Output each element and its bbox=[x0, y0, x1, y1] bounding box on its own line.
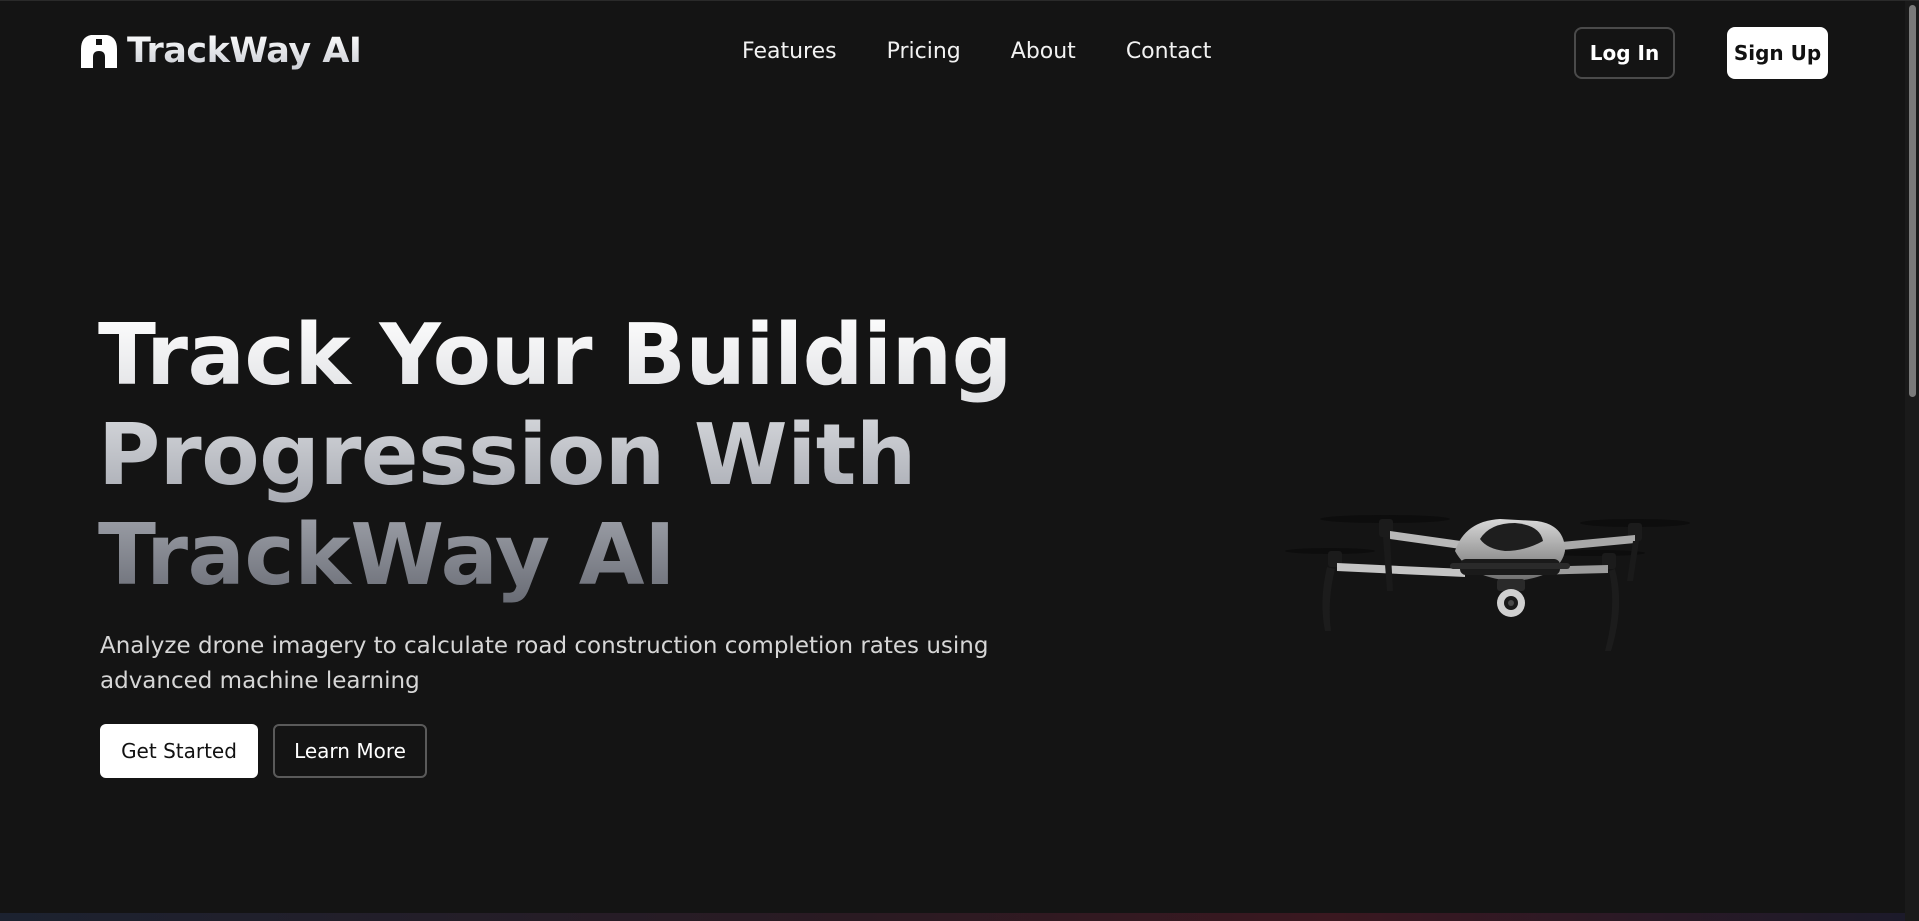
scrollbar-thumb[interactable] bbox=[1909, 5, 1916, 397]
hero-subtitle-line-2: advanced machine learning bbox=[100, 668, 420, 694]
nav-link-contact[interactable]: Contact bbox=[1126, 39, 1212, 64]
signup-button[interactable]: Sign Up bbox=[1727, 27, 1828, 79]
login-button[interactable]: Log In bbox=[1574, 27, 1675, 79]
get-started-button[interactable]: Get Started bbox=[100, 724, 258, 778]
hero-title-line-1: Track Your Building bbox=[98, 306, 1013, 405]
brand-logo[interactable]: TrackWay AI bbox=[79, 31, 362, 71]
hero-title-line-2: Progression With bbox=[98, 406, 1012, 506]
scrollbar[interactable] bbox=[1905, 1, 1919, 921]
hero-subtitle-line-1: Analyze drone imagery to calculate road … bbox=[100, 633, 989, 659]
nav-link-pricing[interactable]: Pricing bbox=[887, 39, 961, 64]
hero-title-line-3: TrackWay AI bbox=[98, 506, 1012, 606]
arch-logo-icon bbox=[81, 35, 117, 68]
learn-more-button[interactable]: Learn More bbox=[273, 724, 427, 778]
brand-name: TrackWay AI bbox=[127, 31, 362, 71]
nav-link-features[interactable]: Features bbox=[742, 39, 837, 64]
main-nav: Features Pricing About Contact bbox=[742, 39, 1211, 64]
drone-image bbox=[1285, 515, 1690, 651]
nav-link-about[interactable]: About bbox=[1011, 39, 1076, 64]
next-section-edge bbox=[0, 913, 1905, 921]
landing-page: TrackWay AI Features Pricing About Conta… bbox=[0, 0, 1919, 921]
hero-subtitle: Analyze drone imagery to calculate road … bbox=[100, 629, 1000, 699]
hero-title: Track Your Building Progression With Tra… bbox=[98, 306, 1013, 606]
